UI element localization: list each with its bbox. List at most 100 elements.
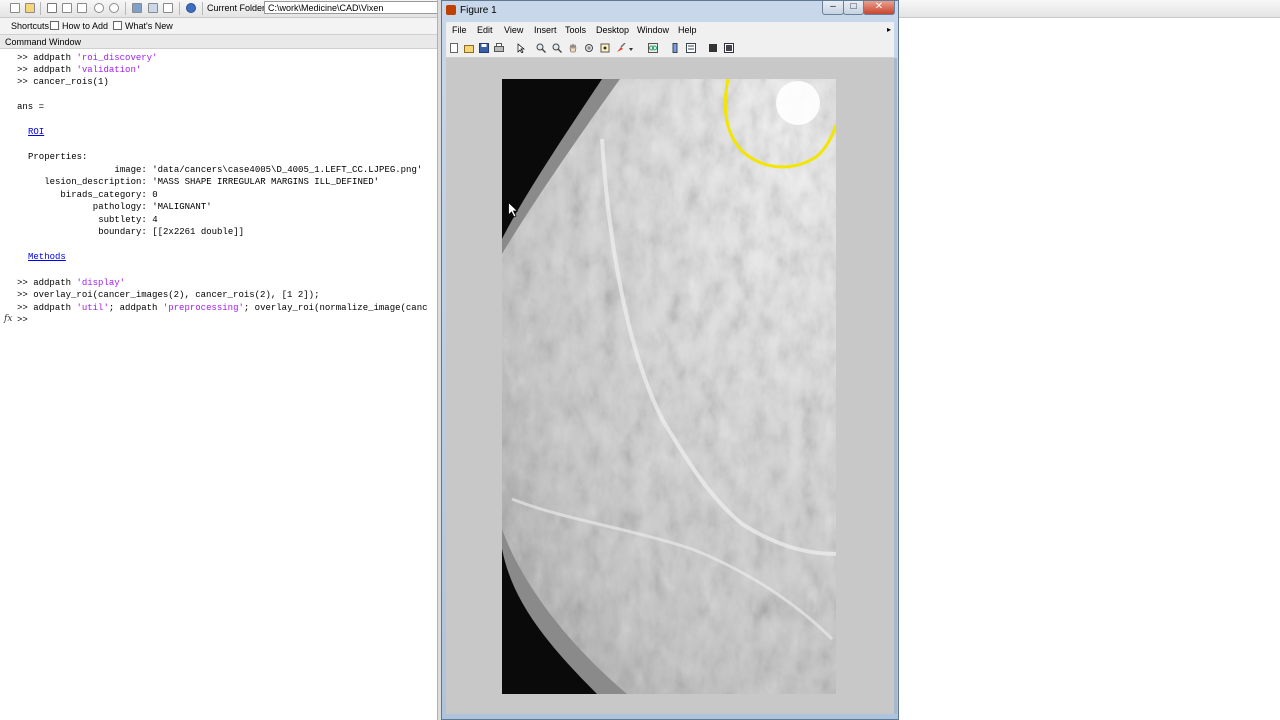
zoom-in-icon[interactable]	[536, 43, 546, 53]
menu-insert[interactable]: Insert	[534, 25, 557, 35]
redo-icon[interactable]	[109, 3, 119, 13]
methods-link-text[interactable]: Methods	[28, 252, 66, 262]
paste-icon[interactable]	[77, 3, 87, 13]
prompt: >>	[17, 290, 28, 300]
whats-new-item[interactable]: What's New	[113, 21, 173, 31]
property-lesion-description: lesion_description: 'MASS SHAPE IRREGULA…	[28, 177, 380, 187]
prompt: >>	[17, 53, 28, 63]
properties-heading: Properties:	[28, 152, 88, 162]
maximize-button[interactable]: □	[843, 1, 864, 15]
guide-icon[interactable]	[148, 3, 158, 13]
brush-dropdown-icon[interactable]	[628, 43, 634, 53]
link-plot-icon[interactable]	[648, 43, 658, 53]
command-line: >> addpath 'validation'	[17, 64, 141, 76]
close-button[interactable]: ✕	[863, 1, 895, 15]
menu-window[interactable]: Window	[637, 25, 669, 35]
prompt: >>	[17, 303, 28, 313]
active-prompt[interactable]: >>	[17, 314, 28, 326]
minimize-button[interactable]: –	[822, 1, 844, 15]
command-line: >> cancer_rois(1)	[17, 76, 109, 88]
shortcuts-bar: Shortcuts How to Add What's New	[0, 18, 440, 35]
property-subtlety: subtlety: 4	[28, 215, 158, 225]
command-text: cancer_rois(1)	[33, 77, 109, 87]
bright-density	[776, 81, 820, 125]
matlab-logo-icon	[446, 5, 456, 15]
save-figure-icon[interactable]	[479, 43, 489, 53]
command-line: >> addpath 'roi_discovery'	[17, 52, 157, 64]
figure-toolbar	[446, 39, 894, 58]
menu-desktop[interactable]: Desktop	[596, 25, 629, 35]
menu-help[interactable]: Help	[678, 25, 697, 35]
command-line: >> addpath 'util'; addpath 'preprocessin…	[17, 302, 428, 314]
undo-icon[interactable]	[94, 3, 104, 13]
property-image: image: 'data/cancers\case4005\D_4005_1.L…	[28, 165, 423, 175]
pan-icon[interactable]	[568, 43, 578, 53]
rotate-3d-icon[interactable]	[584, 43, 594, 53]
command-line: >> overlay_roi(cancer_images(2), cancer_…	[17, 289, 319, 301]
toolbar-separator	[179, 2, 180, 15]
command-text: addpath	[33, 303, 77, 313]
menu-view[interactable]: View	[504, 25, 523, 35]
open-folder-icon[interactable]	[25, 3, 35, 13]
matlab-main-window: Current Folder: C:\work\Medicine\CAD\Vix…	[0, 0, 1280, 720]
string-arg: 'display'	[76, 278, 126, 288]
insert-legend-icon[interactable]	[686, 43, 696, 53]
menu-arrow-icon[interactable]: ▸	[887, 25, 891, 34]
menu-tools[interactable]: Tools	[565, 25, 586, 35]
string-arg: 'preprocessing'	[162, 303, 244, 313]
command-line: >> addpath 'display'	[17, 277, 125, 289]
command-text: addpath	[33, 278, 77, 288]
how-to-add-item[interactable]: How to Add	[50, 21, 108, 31]
show-plot-tools-icon[interactable]	[724, 43, 734, 53]
methods-link[interactable]: Methods	[28, 251, 66, 263]
brush-icon[interactable]	[616, 43, 626, 53]
menu-file[interactable]: File	[452, 25, 467, 35]
edit-plot-icon[interactable]	[516, 43, 526, 53]
roi-link-text[interactable]: ROI	[28, 127, 44, 137]
toolbar-separator	[202, 2, 203, 15]
zoom-out-icon[interactable]	[552, 43, 562, 53]
figure-menubar: File Edit View Insert Tools Desktop Wind…	[446, 22, 894, 39]
command-text: addpath	[33, 65, 77, 75]
prompt: >>	[17, 77, 28, 87]
shortcuts-item[interactable]: Shortcuts	[11, 21, 49, 31]
new-file-icon[interactable]	[10, 3, 20, 13]
profiler-icon[interactable]	[163, 3, 173, 13]
command-text: ; addpath	[108, 303, 163, 313]
simulink-icon[interactable]	[132, 3, 142, 13]
function-browser-icon[interactable]: fx	[4, 314, 12, 324]
print-figure-icon[interactable]	[494, 43, 504, 53]
current-folder-label: Current Folder:	[207, 3, 268, 13]
command-text: overlay_roi(cancer_images(2), cancer_roi…	[33, 290, 320, 300]
menu-edit[interactable]: Edit	[477, 25, 493, 35]
toolbar-separator	[40, 2, 41, 15]
string-arg: 'roi_discovery'	[76, 53, 158, 63]
data-cursor-icon[interactable]	[600, 43, 610, 53]
whats-new-label: What's New	[125, 21, 173, 31]
help-icon[interactable]	[186, 3, 196, 13]
how-to-add-label: How to Add	[62, 21, 109, 31]
shortcut-icon	[50, 21, 59, 30]
ans-line: ans =	[17, 102, 45, 112]
open-file-icon[interactable]	[464, 43, 474, 53]
insert-colorbar-icon[interactable]	[670, 43, 680, 53]
property-birads-category: birads_category: 0	[28, 190, 158, 200]
roi-class-link[interactable]: ROI	[28, 126, 44, 138]
mouse-cursor-icon	[508, 202, 518, 218]
prompt: >>	[17, 278, 28, 288]
prompt: >>	[17, 65, 28, 75]
property-pathology: pathology: 'MALIGNANT'	[28, 202, 212, 212]
figure-canvas[interactable]	[446, 58, 897, 714]
hide-plot-tools-icon[interactable]	[708, 43, 718, 53]
command-text: addpath	[33, 53, 77, 63]
mammogram-image-axes[interactable]	[502, 79, 836, 694]
shortcut-icon	[113, 21, 122, 30]
command-window-title: Command Window	[0, 35, 440, 49]
current-folder-input[interactable]: C:\work\Medicine\CAD\Vixen	[264, 1, 442, 14]
cut-icon[interactable]	[47, 3, 57, 13]
command-window[interactable]: >> addpath 'roi_discovery' >> addpath 'v…	[0, 50, 440, 720]
new-figure-icon[interactable]	[449, 43, 459, 53]
command-text: ; overlay_roi(normalize_image(canc	[243, 303, 428, 313]
figure-window[interactable]: Figure 1 – □ ✕ File Edit View Insert Too…	[441, 0, 899, 720]
copy-icon[interactable]	[62, 3, 72, 13]
